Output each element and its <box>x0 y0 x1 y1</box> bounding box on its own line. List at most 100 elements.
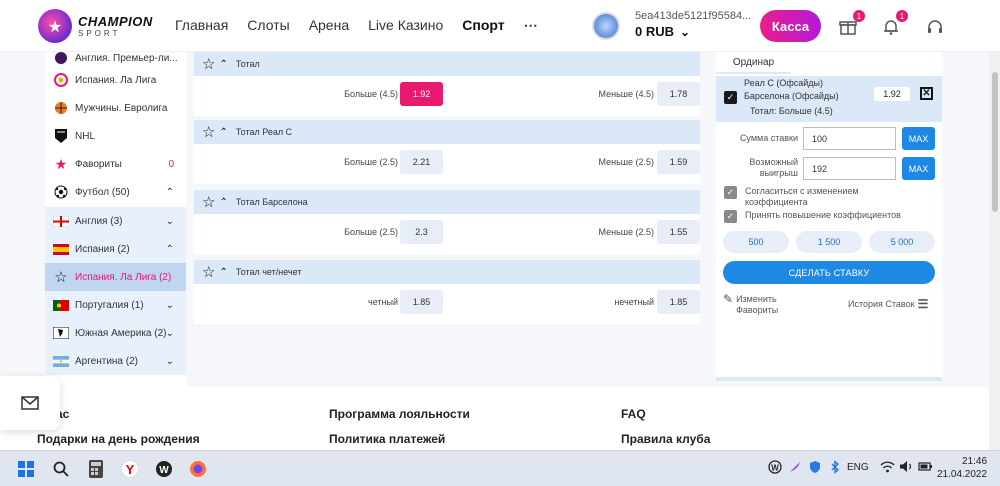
quick-stake-500[interactable]: 500 <box>723 231 789 253</box>
euroleague-logo-icon <box>53 100 69 116</box>
clock-time: 21:46 <box>962 456 988 467</box>
nav-arena[interactable]: Арена <box>309 17 349 34</box>
yandex-browser-icon[interactable]: Y <box>118 457 142 481</box>
chevron-up-icon[interactable]: ⌃ <box>219 127 227 138</box>
accept-change-row[interactable]: ✓ Согласиться с изменением коэффициента <box>724 186 859 208</box>
star-outline-icon[interactable]: ☆ <box>202 123 215 141</box>
max-win-button[interactable]: MAX <box>902 157 935 180</box>
nav-slots[interactable]: Слоты <box>247 17 289 34</box>
winamp-icon[interactable]: W <box>152 457 176 481</box>
odd-button[interactable]: 1.78 <box>657 82 700 106</box>
sidebar-item-argentina[interactable]: Аргентина (2) ⌄ <box>45 347 186 375</box>
page-scrollbar[interactable] <box>989 52 1000 450</box>
user-avatar[interactable] <box>592 12 620 40</box>
bluetooth-tray-icon[interactable] <box>828 460 842 477</box>
stake-input[interactable]: 100 <box>803 127 896 150</box>
possible-win-input[interactable]: 192 <box>803 157 896 180</box>
gift-icon[interactable]: 1 <box>837 10 865 38</box>
bell-icon[interactable]: 1 <box>880 10 908 38</box>
footer-link-rules[interactable]: Правила клуба <box>621 432 710 446</box>
cashier-button[interactable]: Касса <box>760 10 821 42</box>
accept-raise-row[interactable]: ✓ Принять повышение коэффициентов <box>724 210 901 223</box>
bet-history-link[interactable]: История Ставок ☰ <box>848 297 929 311</box>
sidebar-item-spain-laliga[interactable]: ☆ Испания. Ла Лига (2) <box>45 263 186 291</box>
sidebar-item-euroleague[interactable]: Мужчины. Евролига <box>45 94 186 122</box>
mail-icon[interactable] <box>0 376 60 430</box>
security-tray-icon[interactable] <box>808 460 822 477</box>
edit-favorites-link[interactable]: ✎ Изменить Фавориты <box>723 293 778 316</box>
search-icon[interactable] <box>49 457 73 481</box>
footer-link-faq[interactable]: FAQ <box>621 407 646 421</box>
odd-button[interactable]: 1.59 <box>657 150 700 174</box>
sidebar-item-spain[interactable]: Испания (2) ⌃ <box>45 235 186 263</box>
wifi-icon[interactable] <box>880 460 895 476</box>
nav-live-casino[interactable]: Live Казино <box>368 17 443 34</box>
quick-stake-5000[interactable]: 5 000 <box>869 231 935 253</box>
calculator-icon[interactable] <box>84 457 108 481</box>
outcome-label: Больше (2.5) <box>344 227 398 237</box>
star-outline-icon[interactable]: ☆ <box>202 263 215 281</box>
odd-button[interactable]: 2.3 <box>400 220 443 244</box>
sidebar-item-nhl[interactable]: NHL <box>45 122 186 150</box>
sidebar-item-laliga[interactable]: Испания. Ла Лига <box>45 66 186 94</box>
footer-link-payments[interactable]: Политика платежей <box>329 432 445 446</box>
nav-more-icon[interactable]: ⋯ <box>524 17 539 34</box>
system-clock[interactable]: 21:46 21.04.2022 <box>937 455 987 481</box>
firefox-icon[interactable] <box>186 457 210 481</box>
star-outline-icon[interactable]: ☆ <box>202 55 215 73</box>
market-header[interactable]: ☆ ⌃ Тотал Барселона <box>194 190 700 214</box>
winamp-tray-icon[interactable]: W <box>768 460 782 477</box>
odd-button[interactable]: 1.85 <box>657 290 700 314</box>
menu-icon: ☰ <box>917 297 929 311</box>
windows-start-icon[interactable] <box>14 457 38 481</box>
footer-link-birthday[interactable]: Подарки на день рождения <box>37 432 200 446</box>
balance-dropdown[interactable]: 0 RUB ⌄ <box>635 24 690 39</box>
market-header[interactable]: ☆ ⌃ Тотал чет/нечет <box>194 260 700 284</box>
football-icon <box>53 184 69 200</box>
market-header[interactable]: ☆ ⌃ Тотал <box>194 52 700 76</box>
battery-icon[interactable] <box>918 460 933 476</box>
south-america-icon <box>53 325 69 341</box>
slip-event-home: Реал С (Офсайды) <box>744 78 824 88</box>
outcome-label: Меньше (2.5) <box>598 227 655 237</box>
odd-button[interactable]: 1.85 <box>400 290 443 314</box>
checkbox-checked-icon[interactable]: ✓ <box>724 186 737 199</box>
language-indicator[interactable]: ENG <box>847 462 869 473</box>
max-stake-button[interactable]: MAX <box>902 127 935 150</box>
sidebar-item-football[interactable]: Футбол (50) ⌃ <box>45 178 186 206</box>
market-header[interactable]: ☆ ⌃ Тотал Реал С <box>194 120 700 144</box>
star-outline-icon[interactable]: ☆ <box>202 193 215 211</box>
close-icon[interactable]: ✕ <box>920 87 933 100</box>
sidebar-item-favorites[interactable]: ★ Фавориты 0 <box>45 150 186 178</box>
chevron-up-icon[interactable]: ⌃ <box>219 197 227 208</box>
feather-tray-icon[interactable] <box>788 460 802 477</box>
volume-icon[interactable] <box>899 460 914 476</box>
slip-selection: Тотал: Больше (4.5) <box>750 106 833 116</box>
selection-checkbox[interactable]: ✓ <box>724 91 737 104</box>
slip-bottom-bar <box>716 377 942 381</box>
odd-button[interactable]: 1.55 <box>657 220 700 244</box>
champion-logo[interactable]: ★ CHAMPION SPORT <box>38 8 158 44</box>
scrollbar-thumb[interactable] <box>992 72 998 212</box>
make-bet-button[interactable]: СДЕЛАТЬ СТАВКУ <box>723 261 935 284</box>
sidebar-item-south-america[interactable]: Южная Америка (2) ⌄ <box>45 319 186 347</box>
support-headset-icon[interactable] <box>924 16 946 38</box>
spain-flag-icon <box>53 241 69 257</box>
chevron-down-icon: ⌄ <box>165 299 174 311</box>
slip-event-away: Барселона (Офсайды) <box>744 91 839 101</box>
chevron-up-icon[interactable]: ⌃ <box>219 267 227 278</box>
balance-value: 0 RUB <box>635 24 675 39</box>
footer-link-loyalty[interactable]: Программа лояльности <box>329 407 470 421</box>
sidebar-item-portugal[interactable]: Португалия (1) ⌄ <box>45 291 186 319</box>
gift-badge: 1 <box>853 10 865 22</box>
tab-single[interactable]: Ординар <box>716 52 791 74</box>
chevron-up-icon[interactable]: ⌃ <box>219 59 227 70</box>
nav-sport[interactable]: Спорт <box>462 17 504 34</box>
outcome-label: четный <box>368 297 398 307</box>
odd-button[interactable]: 1.92 <box>400 82 443 106</box>
odd-button[interactable]: 2.21 <box>400 150 443 174</box>
sidebar-item-england[interactable]: Англия (3) ⌄ <box>45 207 186 235</box>
checkbox-checked-icon[interactable]: ✓ <box>724 210 737 223</box>
nav-home[interactable]: Главная <box>175 17 228 34</box>
quick-stake-1500[interactable]: 1 500 <box>796 231 862 253</box>
